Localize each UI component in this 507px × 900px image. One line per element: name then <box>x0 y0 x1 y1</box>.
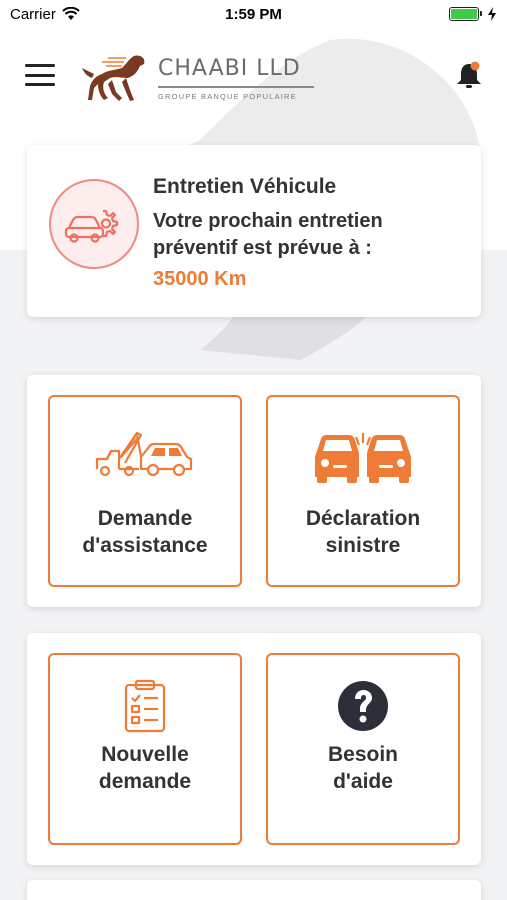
wifi-icon <box>62 7 80 20</box>
tile-label: Nouvelle demande <box>50 741 240 795</box>
menu-icon-bar <box>25 83 55 86</box>
actions-row-3 <box>27 880 481 900</box>
status-bar: Carrier 1:59 PM <box>0 0 507 28</box>
carrier-label: Carrier <box>10 5 56 23</box>
tile-label-line2: sinistre <box>325 534 401 557</box>
tow-truck-icon <box>95 431 193 477</box>
maintenance-icon-circle <box>49 179 139 269</box>
horse-logo-icon <box>82 55 145 101</box>
brand-name: CHAABI LLD <box>158 56 301 81</box>
new-request-button[interactable]: Nouvelle demande <box>48 653 242 845</box>
app-header: CHAABI LLD GROUPE BANQUE POPULAIRE <box>0 40 507 110</box>
maintenance-mileage: 35000 Km <box>153 268 247 290</box>
tile-label-line2: d'assistance <box>82 534 208 557</box>
assistance-request-button[interactable]: Demande d'assistance <box>48 395 242 587</box>
tile-label: Demande d'assistance <box>50 505 240 559</box>
tile-icon-wrap <box>268 429 458 485</box>
maintenance-title: Entretien Véhicule <box>153 175 337 198</box>
menu-icon <box>25 64 55 67</box>
tile-icon-wrap <box>268 679 458 733</box>
claim-declaration-button[interactable]: Déclaration sinistre <box>266 395 460 587</box>
clipboard-list-icon <box>124 679 166 733</box>
maintenance-message: Votre prochain entretien préventif est p… <box>153 210 383 259</box>
tile-icon-wrap <box>50 679 240 733</box>
help-button[interactable]: Besoin d'aide <box>266 653 460 845</box>
actions-row-2: Nouvelle demande Besoin d'aide <box>27 633 481 865</box>
battery-icon <box>449 7 482 21</box>
actions-row-1: Demande d'assistance Déclaration sinistr… <box>27 375 481 607</box>
car-gear-icon <box>64 209 119 243</box>
maintenance-card[interactable]: Entretien Véhicule Votre prochain entret… <box>27 145 481 317</box>
tile-label-line2: d'aide <box>333 770 393 793</box>
menu-icon-bar <box>25 73 55 77</box>
tile-label: Besoin d'aide <box>268 741 458 795</box>
menu-button[interactable] <box>25 64 55 86</box>
tile-icon-wrap <box>50 429 240 479</box>
tile-label-line2: demande <box>98 770 192 793</box>
notification-dot <box>470 61 480 71</box>
tile-label-line1: Demande <box>97 507 193 530</box>
tile-label-line1: Besoin <box>327 743 398 766</box>
help-circle-icon <box>338 681 388 731</box>
brand-subtitle: GROUPE BANQUE POPULAIRE <box>158 92 297 101</box>
notification-bell-icon <box>457 61 481 88</box>
notifications-button[interactable] <box>452 58 486 92</box>
logo-divider <box>158 86 314 88</box>
tile-label: Déclaration sinistre <box>268 505 458 559</box>
charging-icon <box>488 7 496 21</box>
brand-logo: CHAABI LLD GROUPE BANQUE POPULAIRE <box>82 48 322 108</box>
tile-label-line1: Nouvelle <box>101 743 189 766</box>
tile-label-line1: Déclaration <box>305 507 421 530</box>
car-crash-icon <box>315 433 411 483</box>
